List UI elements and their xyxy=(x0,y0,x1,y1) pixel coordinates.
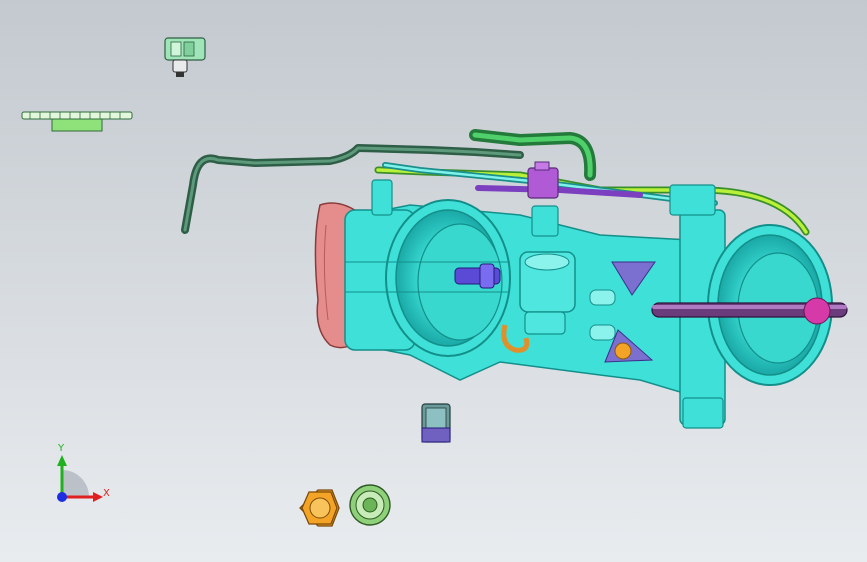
injector-connector[interactable] xyxy=(527,161,559,199)
z-axis-dot xyxy=(57,492,67,502)
x-axis-label: X xyxy=(103,488,110,499)
bolt-icon[interactable] xyxy=(454,263,501,289)
y-axis-label: Y xyxy=(58,443,65,454)
bushing-icon[interactable] xyxy=(421,403,451,443)
model-canvas[interactable] xyxy=(0,0,867,562)
nut-green-icon[interactable] xyxy=(349,484,391,526)
cad-viewport[interactable]: Y X xyxy=(0,0,867,562)
idle-screw[interactable] xyxy=(614,342,632,360)
